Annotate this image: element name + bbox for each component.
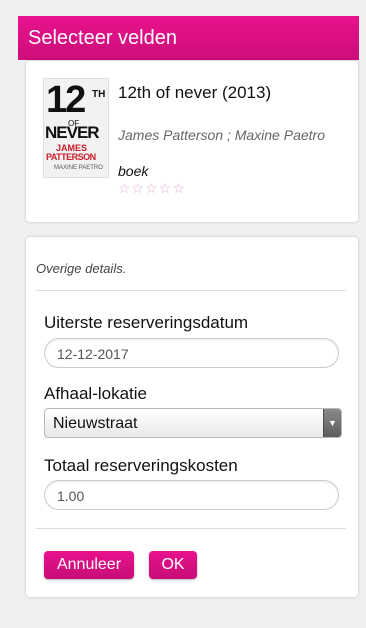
book-authors: James Patterson ; Maxine Paetro — [118, 127, 325, 143]
cancel-button[interactable]: Annuleer — [44, 551, 134, 579]
reservation-cost-input[interactable]: 1.00 — [44, 480, 339, 510]
book-card: 12 TH OF NEVER JAMES PATTERSON MAXINE PA… — [26, 61, 358, 222]
book-type: boek — [118, 163, 149, 179]
pickup-location-value: Nieuwstraat — [53, 415, 138, 432]
ok-button[interactable]: OK — [149, 551, 197, 579]
reservation-date-input[interactable]: 12-12-2017 — [44, 338, 339, 368]
book-cover-image: 12 TH OF NEVER JAMES PATTERSON MAXINE PA… — [43, 78, 109, 178]
pickup-location-select[interactable]: Nieuwstraat ▼ — [44, 408, 342, 438]
divider — [36, 290, 346, 291]
page-title: Selecteer velden — [28, 27, 177, 49]
cover-number: 12 — [46, 79, 86, 121]
dropdown-arrow-icon[interactable]: ▼ — [323, 409, 341, 437]
page-header: Selecteer velden — [18, 16, 359, 60]
cover-suffix: TH — [92, 89, 106, 100]
rating-stars: ☆☆☆☆☆ — [118, 180, 186, 196]
cover-author-last: PATTERSON — [46, 152, 96, 162]
book-title: 12th of never (2013) — [118, 83, 272, 102]
reservation-date-label: Uiterste reserveringsdatum — [44, 313, 249, 332]
reservation-cost-label: Totaal reserveringskosten — [44, 456, 238, 475]
cover-never: NEVER — [45, 123, 100, 142]
cover-coauthor: MAXINE PAETRO — [54, 165, 103, 171]
pickup-location-label: Afhaal-lokatie — [44, 384, 148, 403]
form-subtitle: Overige details. — [36, 261, 127, 276]
reservation-form: Overige details. Uiterste reserveringsda… — [26, 237, 358, 597]
divider — [36, 528, 346, 529]
